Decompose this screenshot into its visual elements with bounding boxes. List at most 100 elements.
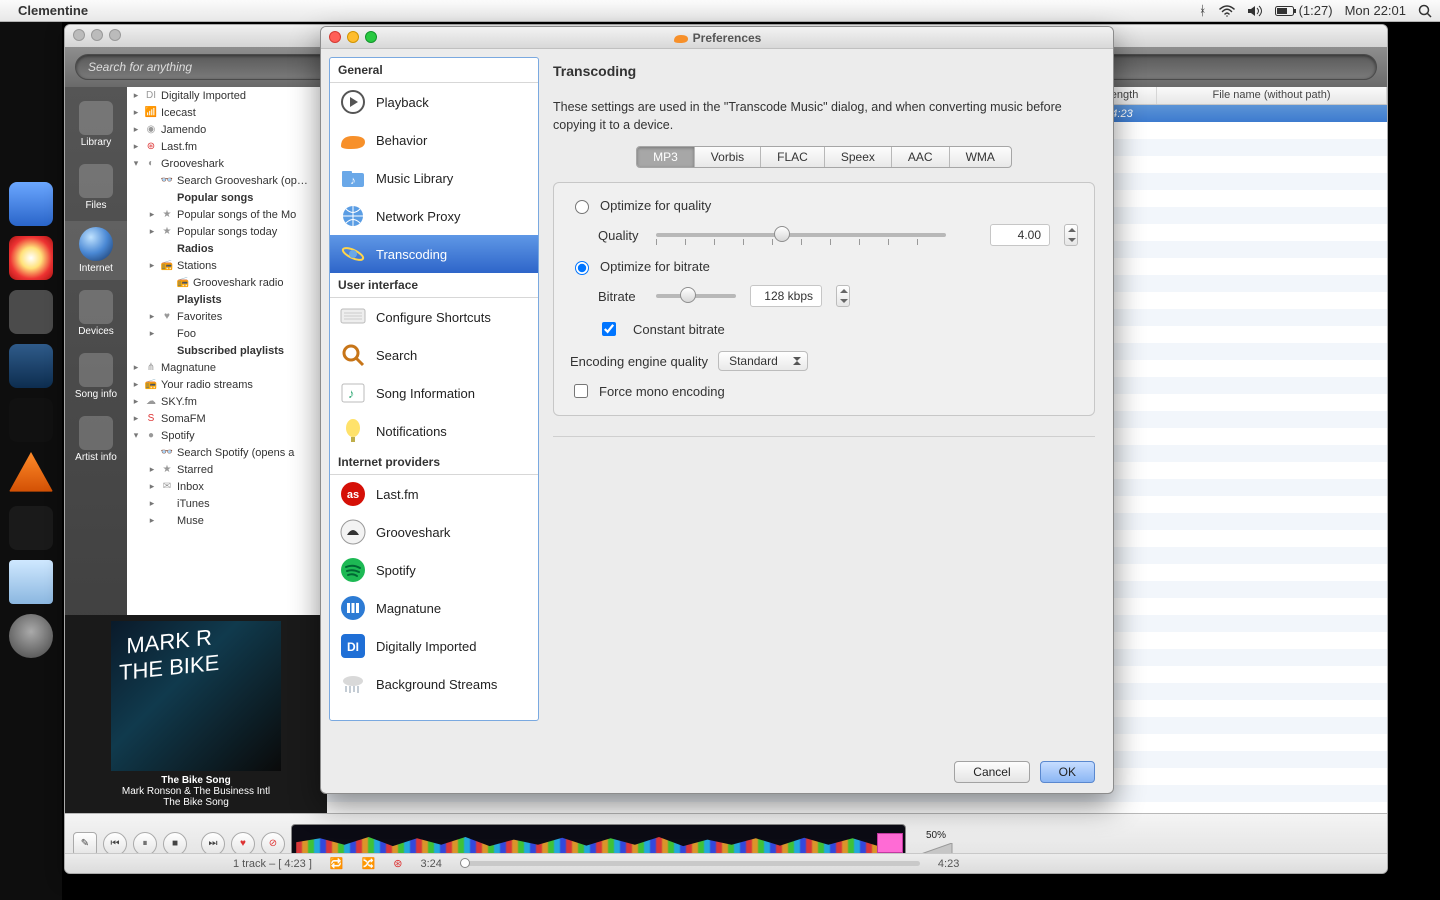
pref-item-playback[interactable]: Playback xyxy=(330,83,538,121)
pref-item-grooveshark[interactable]: Grooveshark xyxy=(330,513,538,551)
tab-flac[interactable]: FLAC xyxy=(761,147,825,167)
tree-item[interactable]: ▸📻Your radio streams xyxy=(127,376,326,393)
disclosure-icon[interactable]: ▸ xyxy=(147,260,157,271)
dock-settings-icon[interactable] xyxy=(9,290,53,334)
clear-button[interactable]: ✎ xyxy=(73,832,97,856)
tree-item[interactable]: Popular songs xyxy=(127,189,326,206)
tree-item[interactable]: ▸📻Stations xyxy=(127,257,326,274)
disclosure-icon[interactable]: ▸ xyxy=(147,498,157,509)
menubar-clock[interactable]: Mon 22:01 xyxy=(1345,3,1406,18)
disclosure-icon[interactable]: ▸ xyxy=(147,481,157,492)
dock-trash-icon[interactable] xyxy=(9,614,53,658)
minimize-icon[interactable] xyxy=(91,29,103,41)
disclosure-icon[interactable]: ▾ xyxy=(131,430,141,441)
tab-aac[interactable]: AAC xyxy=(892,147,950,167)
stop-button[interactable]: ■ xyxy=(163,832,187,856)
dock-chrome-icon[interactable] xyxy=(9,236,53,280)
tab-mp3[interactable]: MP3 xyxy=(637,147,695,167)
pref-item-network-proxy[interactable]: Network Proxy xyxy=(330,197,538,235)
cbr-checkbox[interactable] xyxy=(602,322,616,336)
dock-app-icon[interactable] xyxy=(9,344,53,388)
seek-bar[interactable] xyxy=(460,861,920,866)
dock-vlc-icon[interactable] xyxy=(9,452,53,496)
ban-button[interactable]: ⊘ xyxy=(261,832,285,856)
scrobble-icon[interactable]: ⊛ xyxy=(393,857,402,870)
disclosure-icon[interactable]: ▸ xyxy=(147,311,157,322)
pref-item-digitally-imported[interactable]: DIDigitally Imported xyxy=(330,627,538,665)
pref-item-music-library[interactable]: ♪Music Library xyxy=(330,159,538,197)
source-tab-song-info[interactable]: Song info xyxy=(65,347,127,406)
shuffle-icon[interactable]: 🔀 xyxy=(362,857,376,870)
tree-item[interactable]: ▸iTunes xyxy=(127,495,326,512)
ok-button[interactable]: OK xyxy=(1040,761,1095,783)
zoom-icon[interactable] xyxy=(109,29,121,41)
pref-item-search[interactable]: Search xyxy=(330,336,538,374)
pref-item-behavior[interactable]: Behavior xyxy=(330,121,538,159)
close-icon[interactable] xyxy=(73,29,85,41)
tab-vorbis[interactable]: Vorbis xyxy=(695,147,761,167)
tree-item[interactable]: ▾●Spotify xyxy=(127,427,326,444)
volume-icon[interactable] xyxy=(1247,5,1263,17)
tree-item[interactable]: ▸📶Icecast xyxy=(127,104,326,121)
disclosure-icon[interactable]: ▸ xyxy=(131,141,141,152)
tree-item[interactable]: Radios xyxy=(127,240,326,257)
disclosure-icon[interactable]: ▸ xyxy=(147,515,157,526)
pref-item-magnatune[interactable]: Magnatune xyxy=(330,589,538,627)
bluetooth-icon[interactable]: ᚼ xyxy=(1199,3,1207,18)
tree-item[interactable]: ▸⋔Magnatune xyxy=(127,359,326,376)
engine-select[interactable]: Standard xyxy=(718,351,808,371)
repeat-icon[interactable]: 🔁 xyxy=(330,857,344,870)
pref-item-transcoding[interactable]: Transcoding xyxy=(330,235,538,273)
spotlight-icon[interactable] xyxy=(1418,4,1432,18)
wifi-icon[interactable] xyxy=(1219,5,1235,17)
disclosure-icon[interactable]: ▸ xyxy=(131,107,141,118)
bitrate-slider[interactable] xyxy=(656,285,736,307)
pref-item-song-information[interactable]: ♪Song Information xyxy=(330,374,538,412)
quality-slider[interactable] xyxy=(656,224,946,246)
pause-button[interactable]: ⏸ xyxy=(133,832,157,856)
tree-item[interactable]: ▸Muse xyxy=(127,512,326,529)
radio-bitrate[interactable] xyxy=(575,261,589,275)
battery-indicator[interactable]: (1:27) xyxy=(1275,3,1333,18)
love-button[interactable]: ♥ xyxy=(231,832,255,856)
tree-item[interactable]: ▾◐Grooveshark xyxy=(127,155,326,172)
pref-item-spotify[interactable]: Spotify xyxy=(330,551,538,589)
pref-item-last.fm[interactable]: asLast.fm xyxy=(330,475,538,513)
disclosure-icon[interactable]: ▸ xyxy=(147,209,157,220)
disclosure-icon[interactable]: ▸ xyxy=(131,90,141,101)
tree-item[interactable]: ▸☁SKY.fm xyxy=(127,393,326,410)
source-tab-devices[interactable]: Devices xyxy=(65,284,127,343)
radio-quality[interactable] xyxy=(575,200,589,214)
disclosure-icon[interactable]: ▸ xyxy=(131,124,141,135)
source-tab-files[interactable]: Files xyxy=(65,158,127,217)
disclosure-icon[interactable]: ▸ xyxy=(131,413,141,424)
next-button[interactable]: ⏭ xyxy=(201,832,225,856)
pref-item-notifications[interactable]: Notifications xyxy=(330,412,538,450)
tree-item[interactable]: 👓Search Grooveshark (op… xyxy=(127,172,326,189)
bitrate-value[interactable]: 128 kbps xyxy=(750,285,822,307)
tree-item[interactable]: 📻Grooveshark radio xyxy=(127,274,326,291)
tree-item[interactable]: ▸⊛Last.fm xyxy=(127,138,326,155)
tree-item[interactable]: ▸DIDigitally Imported xyxy=(127,87,326,104)
tree-item[interactable]: ▸Foo xyxy=(127,325,326,342)
source-tab-artist-info[interactable]: Artist info xyxy=(65,410,127,469)
pref-item-background-streams[interactable]: Background Streams xyxy=(330,665,538,703)
dock-folder-icon[interactable] xyxy=(9,560,53,604)
disclosure-icon[interactable]: ▸ xyxy=(131,396,141,407)
tree-item[interactable]: Subscribed playlists xyxy=(127,342,326,359)
optimize-bitrate-radio[interactable]: Optimize for bitrate xyxy=(570,258,1078,275)
dock-terminal-icon[interactable] xyxy=(9,506,53,550)
close-icon[interactable] xyxy=(329,31,341,43)
tab-speex[interactable]: Speex xyxy=(825,147,892,167)
disclosure-icon[interactable]: ▾ xyxy=(131,158,141,169)
cancel-button[interactable]: Cancel xyxy=(954,761,1029,783)
tree-item[interactable]: ▸◉Jamendo xyxy=(127,121,326,138)
quality-value[interactable]: 4.00 xyxy=(990,224,1050,246)
tree-item[interactable]: ▸♥Favorites xyxy=(127,308,326,325)
pref-item-configure-shortcuts[interactable]: Configure Shortcuts xyxy=(330,298,538,336)
disclosure-icon[interactable]: ▸ xyxy=(147,226,157,237)
col-filename[interactable]: File name (without path) xyxy=(1157,87,1387,104)
tree-item[interactable]: Playlists xyxy=(127,291,326,308)
tree-item[interactable]: ▸SSomaFM xyxy=(127,410,326,427)
disclosure-icon[interactable]: ▸ xyxy=(131,379,141,390)
